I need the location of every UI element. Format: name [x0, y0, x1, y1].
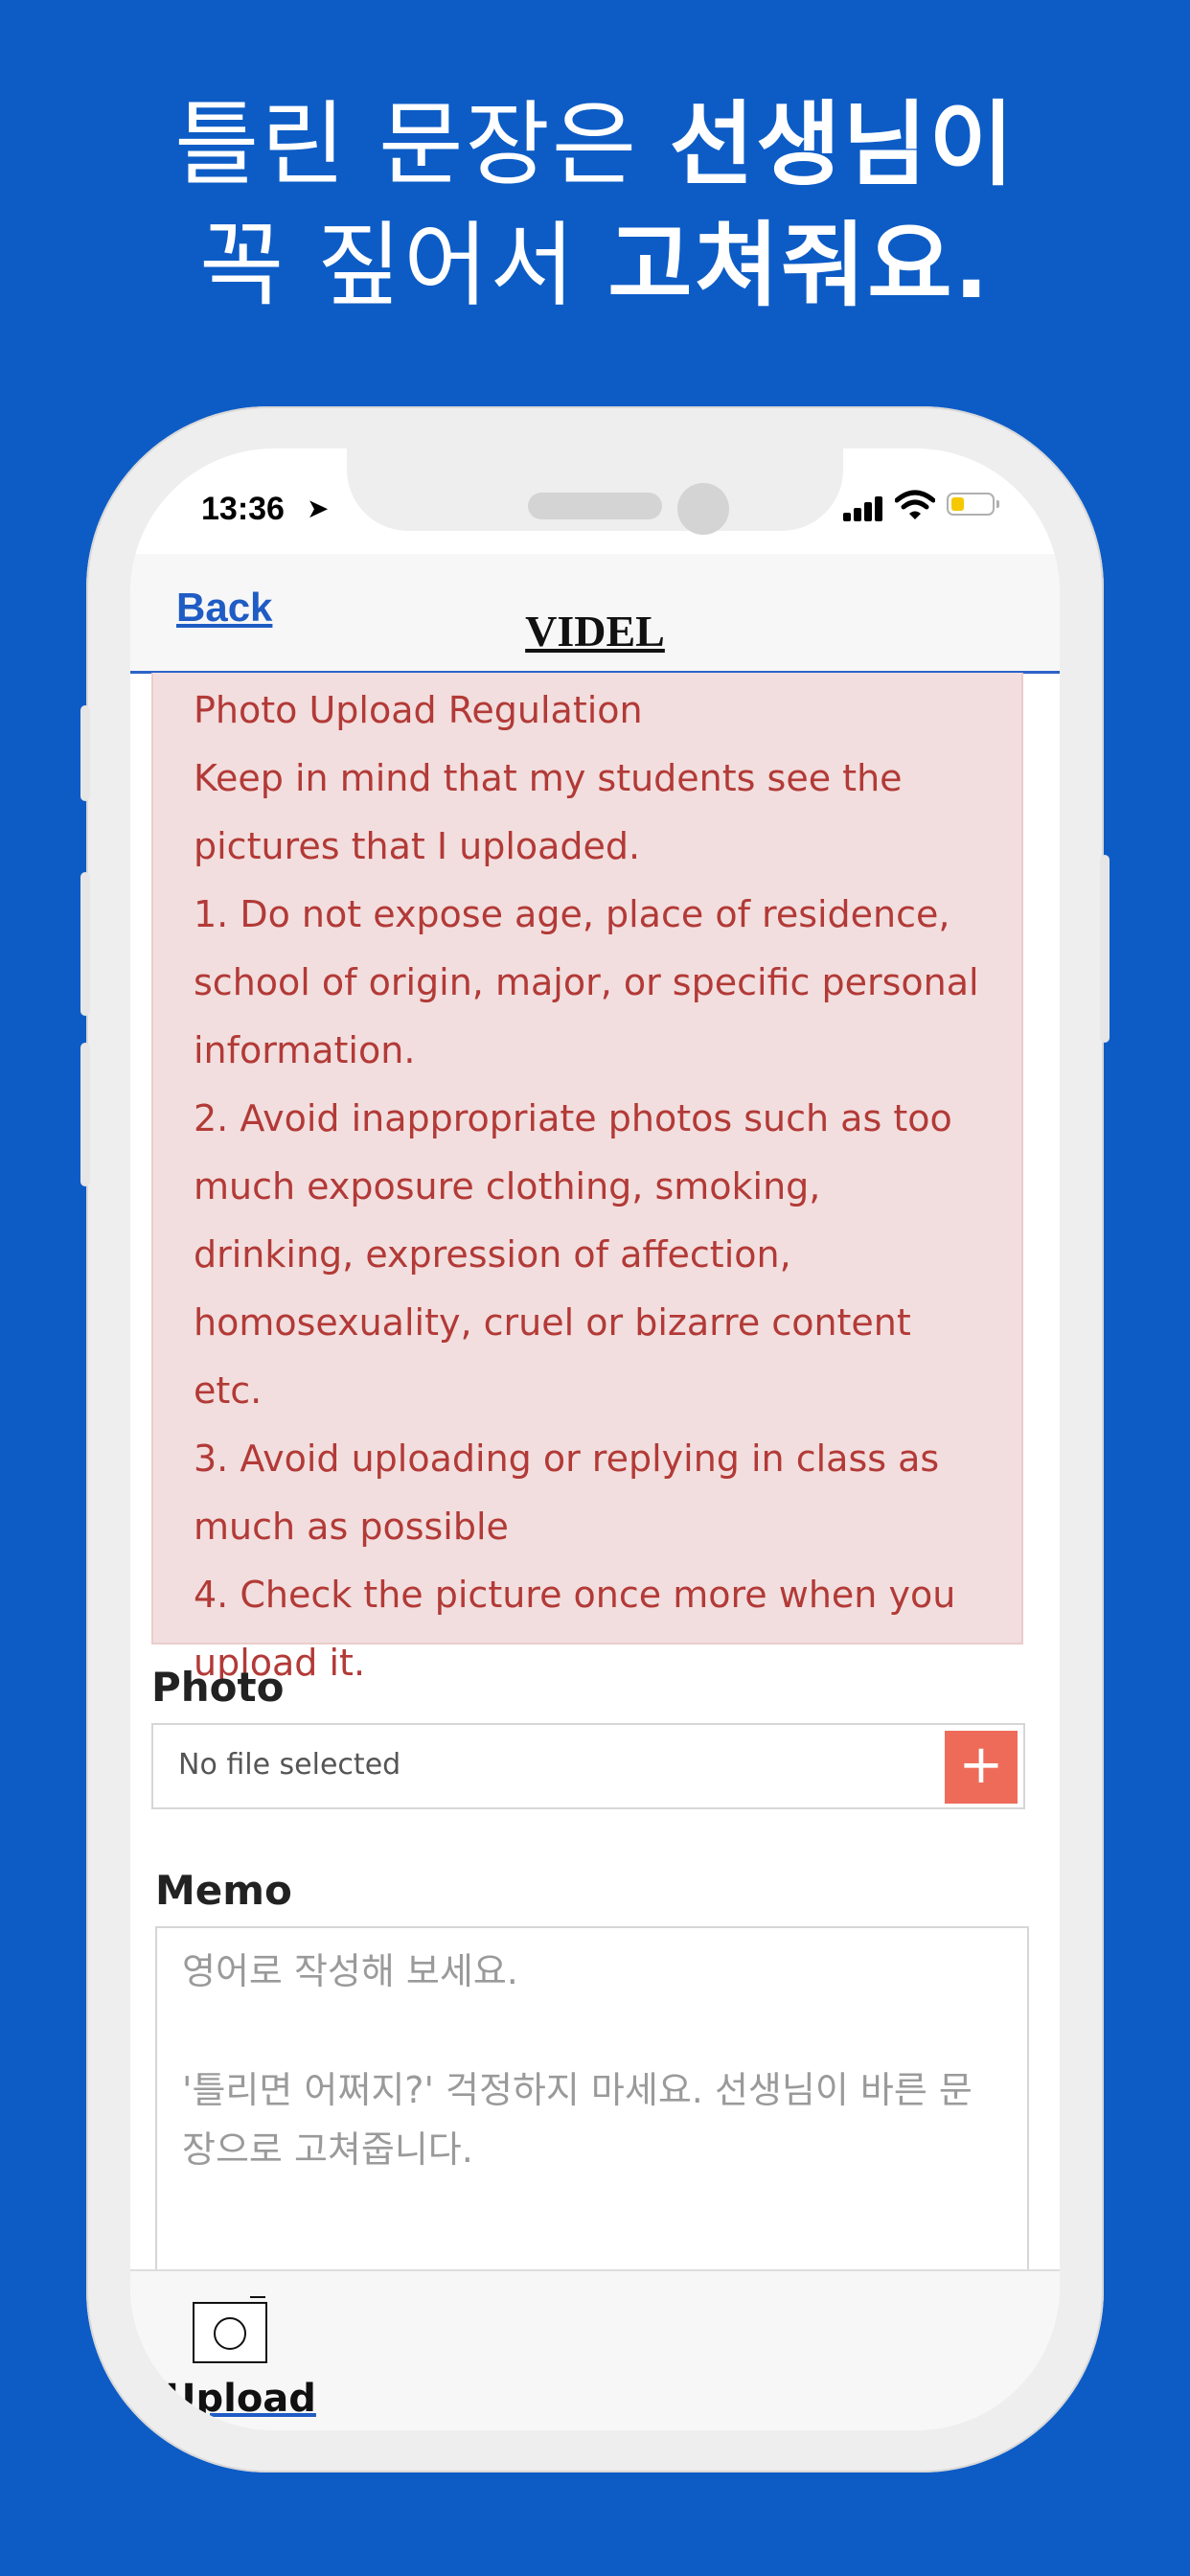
- location-arrow-icon: ➤: [307, 493, 330, 524]
- regulation-rule-4: 4. Check the picture once more when you …: [194, 1574, 956, 1684]
- phone-volume-up: [80, 872, 90, 1016]
- memo-label: Memo: [155, 1867, 292, 1914]
- bottom-tab-bar: Upload: [130, 2269, 1060, 2430]
- file-status-text: No file selected: [178, 1748, 401, 1782]
- add-photo-button[interactable]: +: [945, 1731, 1018, 1804]
- phone-volume-down: [80, 1043, 90, 1186]
- photo-upload-regulation-alert: Photo Upload Regulation Keep in mind tha…: [151, 673, 1023, 1684]
- phone-screen: 13:36 ➤ Back VIDEL Photo Upload Regulati…: [130, 448, 1060, 2430]
- upload-label: Upload: [165, 2377, 316, 2421]
- nav-bar: Back VIDEL: [130, 554, 1060, 674]
- photo-file-input[interactable]: No file selected +: [151, 1723, 1025, 1809]
- regulation-rule-2: 2. Avoid inappropriate photos such as to…: [194, 1097, 952, 1412]
- phone-power-button: [1100, 855, 1110, 1043]
- battery-level: [951, 497, 964, 511]
- upload-button[interactable]: Upload: [165, 2290, 316, 2425]
- headline-line-1: 틀린 문장은 선생님이: [0, 84, 1190, 205]
- headline-line-2-bold: 고쳐줘요.: [607, 212, 992, 319]
- headline-line-2: 꼭 짚어서 고쳐줘요.: [0, 205, 1190, 326]
- headline-line-2-normal: 꼭 짚어서: [198, 212, 608, 319]
- phone-mute-switch: [80, 705, 90, 801]
- status-bar: 13:36 ➤: [130, 448, 1060, 527]
- battery-icon: [947, 493, 999, 516]
- camera-icon: [193, 2296, 267, 2363]
- phone-frame: 13:36 ➤ Back VIDEL Photo Upload Regulati…: [80, 406, 1110, 2472]
- regulation-note: Keep in mind that my students see the pi…: [194, 757, 903, 867]
- headline-line-1-bold: 선생님이: [669, 91, 1016, 198]
- promo-headline: 틀린 문장은 선생님이 꼭 짚어서 고쳐줘요.: [0, 84, 1190, 326]
- cellular-signal-icon: [843, 494, 885, 521]
- regulation-rule-3: 3. Avoid uploading or replying in class …: [194, 1438, 940, 1548]
- wifi-icon: [895, 490, 935, 519]
- status-time: 13:36: [201, 491, 285, 527]
- headline-line-1-normal: 틀린 문장은: [174, 91, 670, 198]
- regulation-rule-1: 1. Do not expose age, place of residence…: [194, 893, 979, 1071]
- page-title: VIDEL: [525, 607, 665, 656]
- regulation-title: Photo Upload Regulation: [194, 689, 643, 731]
- memo-textarea[interactable]: 영어로 작성해 보세요. '틀리면 어쩌지?' 걱정하지 마세요. 선생님이 바…: [155, 1926, 1029, 2271]
- photo-label: Photo: [151, 1664, 285, 1711]
